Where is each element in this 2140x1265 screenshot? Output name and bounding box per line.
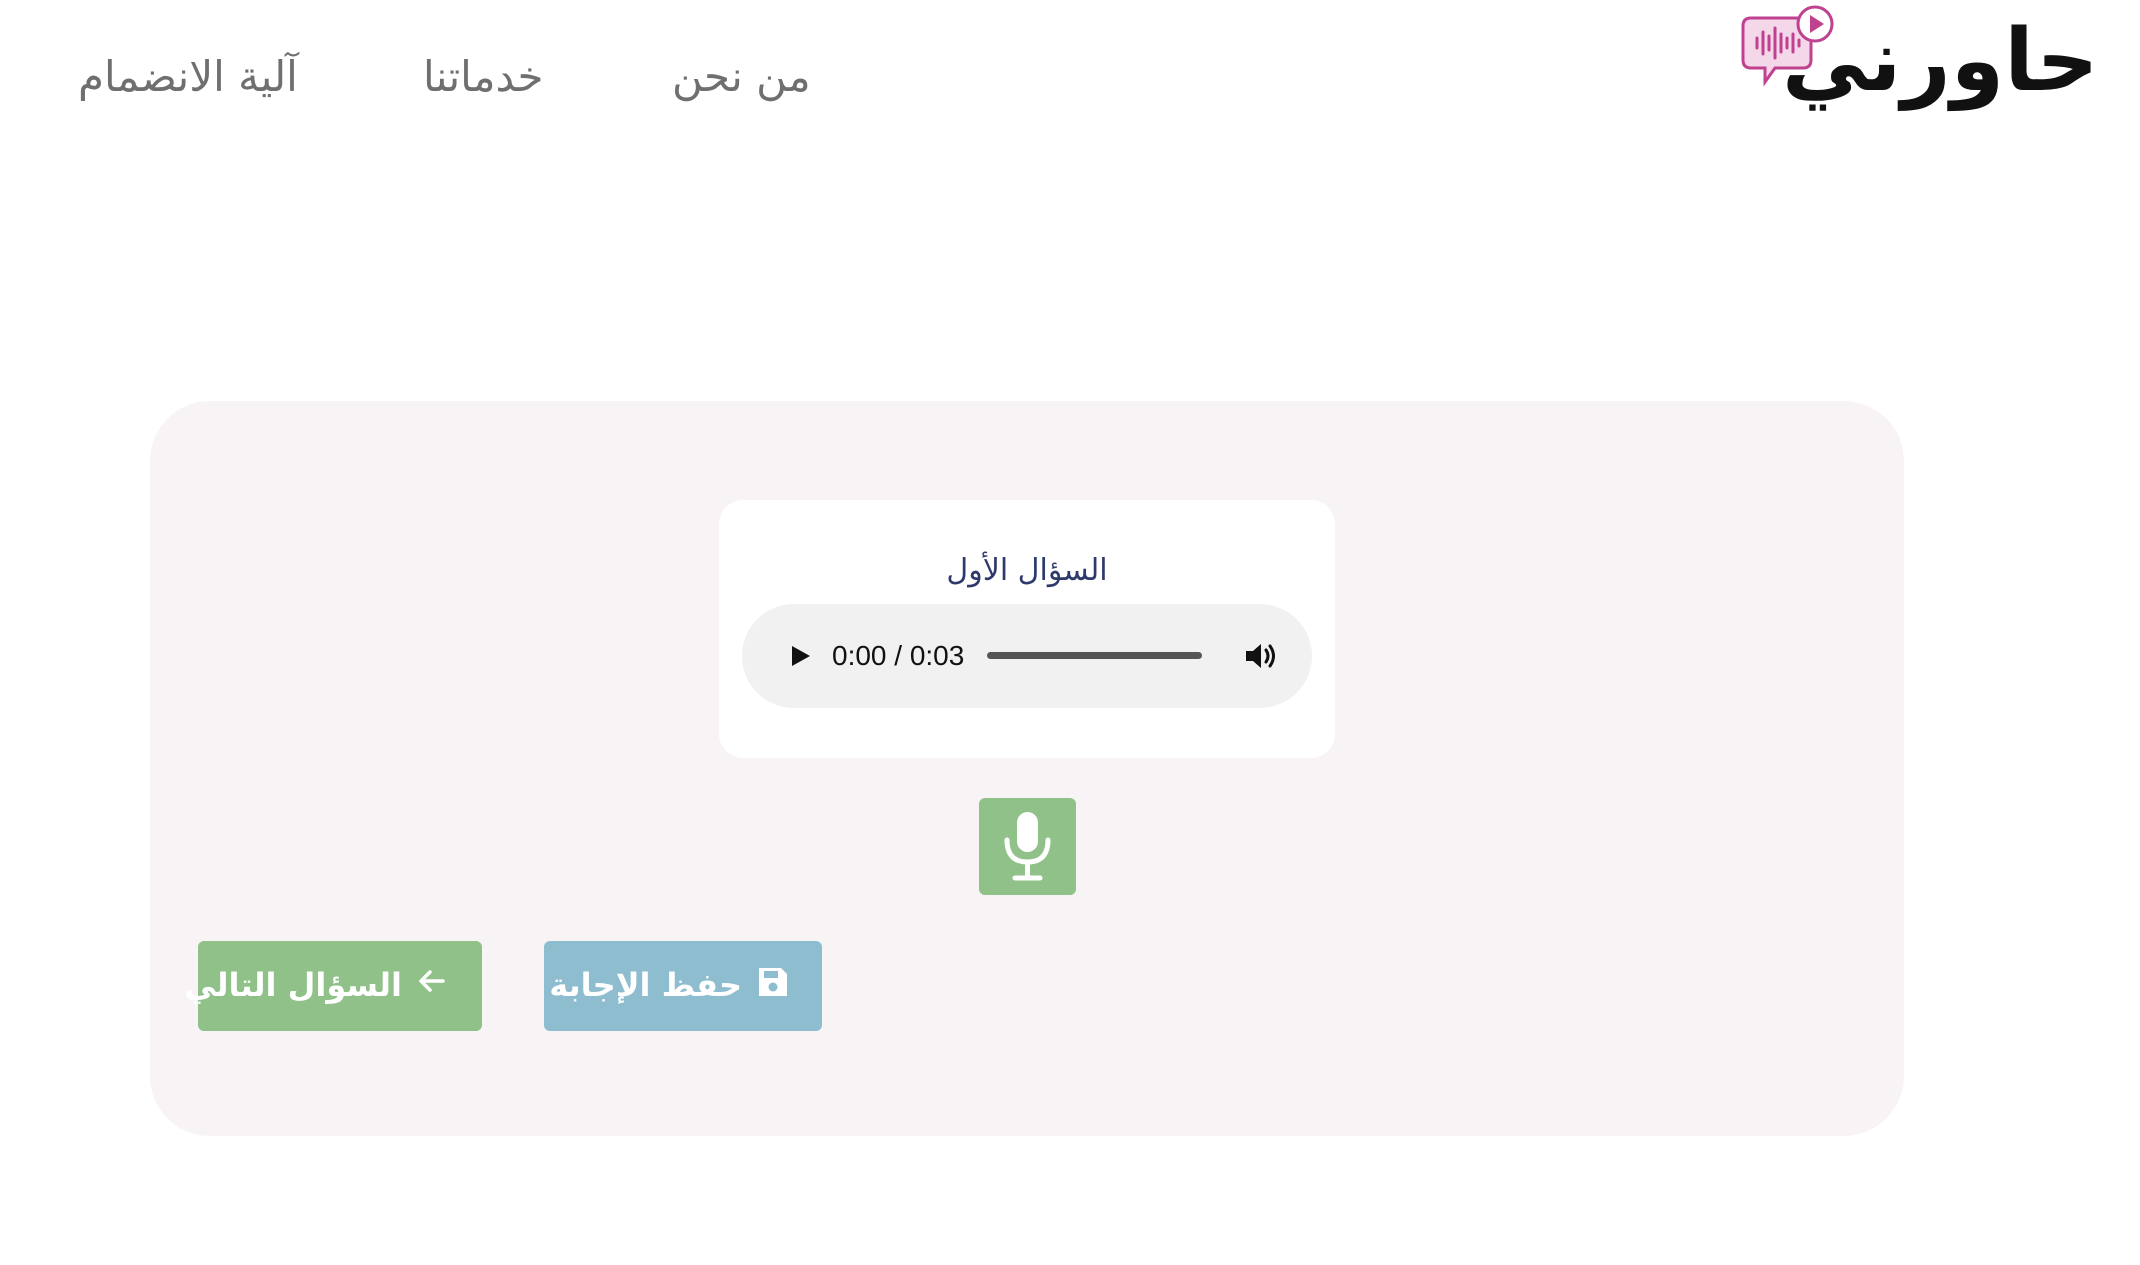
save-answer-button[interactable]: حفظ الإجابة <box>544 941 822 1031</box>
next-question-button[interactable]: السؤال التالي <box>184 941 482 1031</box>
question-title: السؤال الأول <box>946 553 1108 588</box>
nav-link-services[interactable]: خدماتنا <box>423 52 543 102</box>
arrow-left-icon <box>416 965 448 1005</box>
logo-text[interactable]: حاورني <box>1782 18 2099 104</box>
nav-link-join[interactable]: آلية الانضمام <box>78 52 298 102</box>
audio-time: 0:00 / 0:03 <box>832 640 965 671</box>
floppy-disk-icon <box>756 965 790 1007</box>
microphone-icon <box>1004 812 1051 881</box>
audio-progress-slider[interactable] <box>987 652 1202 659</box>
next-question-label: السؤال التالي <box>184 966 402 1004</box>
play-icon[interactable] <box>782 638 818 674</box>
save-answer-label: حفظ الإجابة <box>549 966 742 1004</box>
audio-player[interactable]: 0:00 / 0:03 <box>742 604 1312 708</box>
page: حاورني من نحن خدماتنا آلية الانضمام السؤ… <box>0 0 2140 1265</box>
nav-link-about[interactable]: من نحن <box>672 52 811 102</box>
volume-icon[interactable] <box>1242 638 1280 674</box>
record-button[interactable] <box>979 798 1076 895</box>
